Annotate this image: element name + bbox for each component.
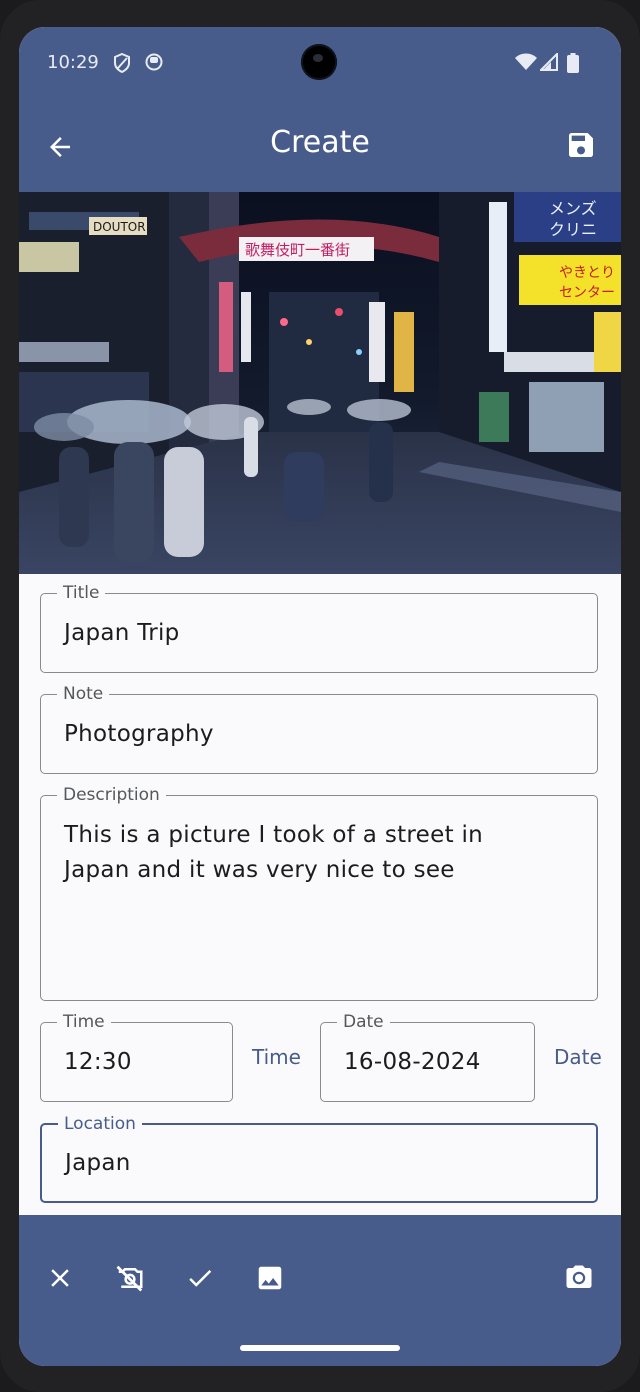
description-field-value: This is a picture I took of a street in … [64,822,484,883]
description-field-label: Description [57,784,166,806]
time-field-label: Time [57,1011,111,1033]
camera-icon[interactable] [564,1263,594,1293]
cellular-signal-icon [540,53,558,71]
status-time: 10:29 [47,52,99,73]
date-field-label: Date [337,1011,390,1033]
app-notification-icon [145,53,163,71]
front-camera [301,44,337,80]
sign-mens-1: メンズ [549,199,597,218]
sign-yakitori-1: やきとり [559,265,615,281]
date-picker-button[interactable]: Date [554,1045,602,1069]
screen: 10:29 Create DOUTOR 歌舞伎町一番街 メンズ クリニ やきとり… [19,27,621,1366]
sign-arch: 歌舞伎町一番街 [245,241,350,259]
sign-doutor: DOUTOR [93,220,146,234]
location-field-value: Japan [65,1150,131,1176]
no-photography-icon[interactable] [115,1263,145,1293]
shield-icon [114,53,130,73]
date-field-value: 16-08-2024 [344,1049,481,1075]
note-field-value: Photography [64,721,214,747]
time-picker-button[interactable]: Time [252,1045,301,1069]
sign-yakitori-2: センター [559,285,615,301]
page-title: Create [270,125,370,160]
bottom-action-bar [19,1215,621,1366]
check-icon[interactable] [185,1263,215,1293]
trip-photo: DOUTOR 歌舞伎町一番街 メンズ クリニ やきとり センター [19,192,621,574]
gallery-image-icon[interactable] [255,1263,285,1293]
title-field[interactable]: Title Japan Trip [40,582,598,673]
title-field-value: Japan Trip [64,620,180,646]
note-field-label: Note [57,683,110,705]
time-field[interactable]: Time 12:30 [40,1011,233,1102]
date-field[interactable]: Date 16-08-2024 [320,1011,535,1102]
location-field-label: Location [58,1113,142,1135]
save-icon[interactable] [565,129,597,161]
app-bar: 10:29 Create [19,27,621,192]
location-field[interactable]: Location Japan [40,1113,598,1203]
night-street-image: DOUTOR 歌舞伎町一番街 メンズ クリニ やきとり センター [19,192,621,574]
wifi-icon [515,53,537,70]
home-indicator[interactable] [240,1345,400,1351]
status-bar: 10:29 [19,27,621,99]
sign-mens-2: クリニ [549,220,597,239]
battery-icon [567,53,579,73]
title-field-label: Title [57,582,106,604]
close-icon[interactable] [45,1263,75,1293]
time-field-value: 12:30 [64,1049,132,1075]
note-field[interactable]: Note Photography [40,683,598,774]
description-field[interactable]: Description This is a picture I took of … [40,784,598,1001]
device-frame: 10:29 Create DOUTOR 歌舞伎町一番街 メンズ クリニ やきとり… [0,0,640,1392]
